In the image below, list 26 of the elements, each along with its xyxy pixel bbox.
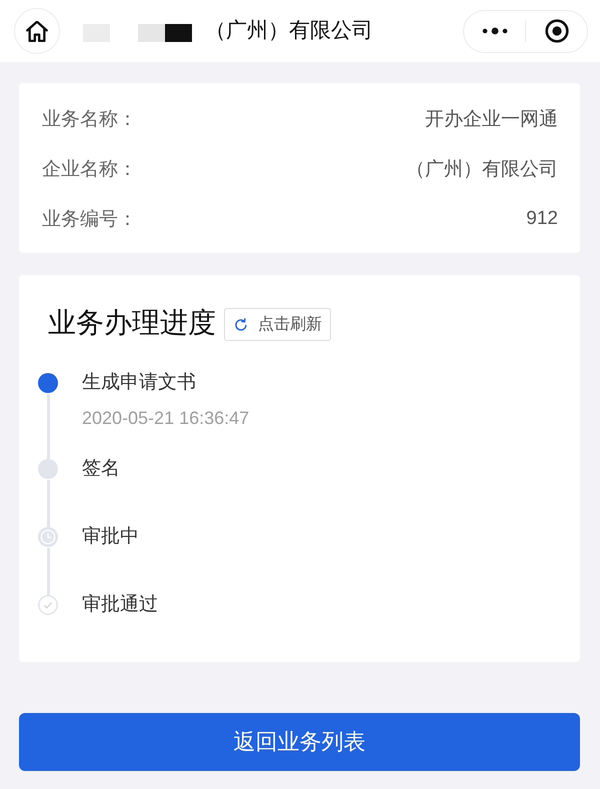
- clock-icon: [38, 527, 58, 547]
- step-name: 审批中: [82, 526, 139, 548]
- field-label: 企业名称：: [42, 158, 137, 182]
- field-value: 开办企业一网通: [425, 108, 558, 132]
- back-button[interactable]: 返回业务列表: [19, 713, 580, 771]
- home-icon: [26, 20, 48, 42]
- home-button[interactable]: [14, 8, 60, 54]
- more-icon: [482, 27, 508, 35]
- field-label: 业务名称：: [42, 108, 137, 132]
- section-title: 业务办理进度: [48, 306, 216, 340]
- field-label: 业务编号：: [42, 208, 137, 232]
- page-title: （广州）有限公司: [205, 18, 373, 44]
- redaction-block: [138, 24, 165, 42]
- current-step-dot-icon: [38, 373, 58, 393]
- step-dot-icon: [38, 459, 58, 479]
- check-circle-icon: [38, 595, 58, 615]
- ring-dot-icon: [544, 19, 568, 43]
- step-name: 生成申请文书: [82, 372, 197, 394]
- field-value: 912: [526, 208, 558, 230]
- refresh-icon: [234, 318, 248, 332]
- redaction-block: [165, 24, 192, 42]
- refresh-button[interactable]: 点击刷新: [224, 308, 331, 341]
- step-time: 2020-05-21 16:36:47: [82, 407, 250, 429]
- step-name: 审批通过: [82, 594, 158, 616]
- field-value: （广州）有限公司: [406, 158, 558, 182]
- step-name: 签名: [82, 458, 120, 480]
